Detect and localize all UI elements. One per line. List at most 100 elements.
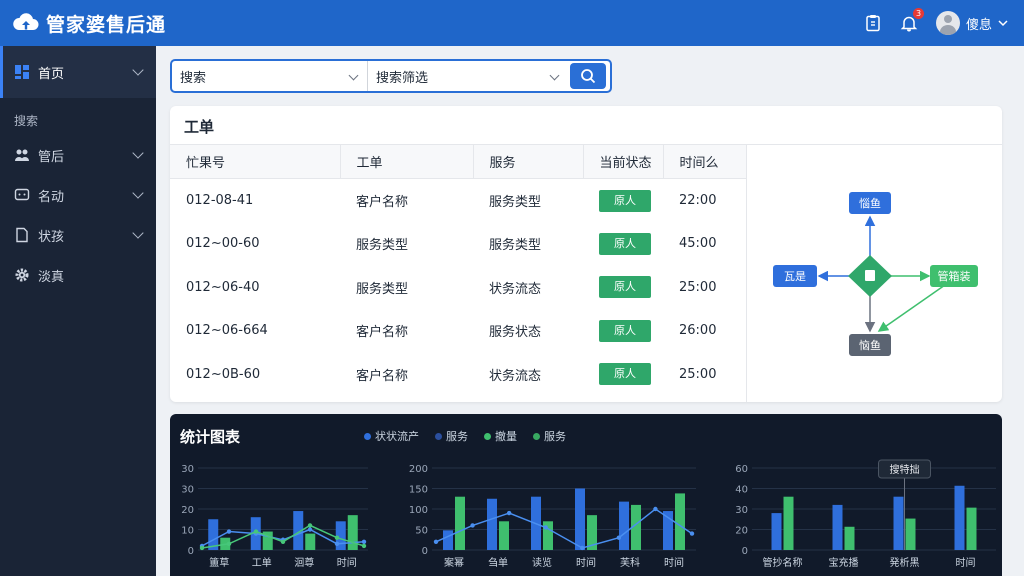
data-point[interactable] bbox=[307, 523, 313, 528]
x-tick-label: 工单 bbox=[252, 557, 272, 569]
data-point[interactable] bbox=[199, 545, 205, 551]
y-tick-label: 30 bbox=[181, 485, 194, 496]
y-tick-label: 30 bbox=[735, 505, 748, 516]
data-point[interactable] bbox=[616, 535, 622, 540]
column-header[interactable]: 服务 bbox=[472, 144, 583, 179]
data-point[interactable] bbox=[334, 541, 340, 547]
table-row[interactable]: 012~00-60 服务类型 服务类型 原人 45:00 bbox=[170, 222, 746, 266]
chat-icon bbox=[14, 188, 30, 201]
status-cell: 原人 bbox=[583, 222, 663, 266]
grid-icon bbox=[15, 65, 29, 79]
cloud-upload-icon bbox=[13, 13, 39, 30]
bar[interactable] bbox=[783, 496, 794, 550]
bar[interactable] bbox=[347, 515, 358, 550]
data-point[interactable] bbox=[433, 539, 439, 544]
legend-item[interactable]: 服务 bbox=[435, 428, 468, 444]
x-tick-label: 读览 bbox=[532, 556, 552, 569]
column-header[interactable]: 当前状态 bbox=[582, 144, 663, 179]
data-point[interactable] bbox=[543, 525, 548, 530]
flow-node-top[interactable]: 惱鱼 bbox=[849, 192, 891, 214]
sidebar-item-activity[interactable]: 名动 bbox=[0, 175, 156, 215]
column-header[interactable]: 时间么 bbox=[662, 144, 746, 179]
flow-node-bottom[interactable]: 恼鱼 bbox=[849, 334, 891, 356]
bar[interactable] bbox=[487, 498, 497, 550]
flow-node-right[interactable]: 管箱装 bbox=[930, 265, 978, 287]
sidebar-item-after-sales[interactable]: 管后 bbox=[0, 135, 156, 175]
bar[interactable] bbox=[305, 533, 316, 550]
y-tick-label: 20 bbox=[181, 505, 194, 516]
status-cell: 原人 bbox=[583, 179, 663, 223]
data-point[interactable] bbox=[470, 523, 475, 528]
y-tick-label: 100 bbox=[409, 505, 428, 516]
bar[interactable] bbox=[844, 526, 855, 550]
order-cell: 服务类型 bbox=[356, 238, 409, 254]
flow-node-left[interactable]: 瓦是 bbox=[773, 265, 817, 287]
y-tick-label: 30 bbox=[181, 464, 194, 475]
service-cell: 服务类型 bbox=[489, 238, 542, 254]
user-menu[interactable]: 傻息 bbox=[935, 11, 1008, 35]
app-logo[interactable]: 管家婆售后通 bbox=[12, 9, 166, 37]
sidebar-item-label: 状孩 bbox=[38, 229, 65, 245]
service-cell: 服务类型 bbox=[489, 195, 542, 210]
y-tick-label: 200 bbox=[409, 464, 428, 475]
search-button[interactable] bbox=[570, 63, 606, 89]
service-cell: 状务流态 bbox=[489, 281, 542, 297]
data-point[interactable] bbox=[280, 539, 286, 544]
order-cell: 服务类型 bbox=[356, 281, 409, 297]
bar[interactable] bbox=[893, 496, 904, 550]
sidebar-item-status[interactable]: 状孩 bbox=[0, 215, 156, 255]
top-bar: 管家婆售后通 3 傻息 bbox=[0, 0, 1024, 46]
status-cell: 原人 bbox=[583, 309, 663, 353]
avatar bbox=[935, 11, 960, 35]
flow-diagram: 惱鱼 瓦是 管箱装 恼鱼 bbox=[746, 144, 1002, 402]
data-point[interactable] bbox=[307, 527, 313, 532]
table-row[interactable]: 012~06-664 客户名称 服务状态 原人 26:00 bbox=[170, 309, 746, 353]
table-row[interactable]: 012-08-41 客户名称 服务类型 原人 22:00 bbox=[170, 179, 746, 223]
bar[interactable] bbox=[966, 507, 977, 550]
time-cell: 22:00 bbox=[679, 193, 717, 208]
bar[interactable] bbox=[619, 501, 629, 550]
bar[interactable] bbox=[675, 493, 685, 550]
bar[interactable] bbox=[443, 530, 453, 550]
legend-item[interactable]: 状状流产 bbox=[364, 428, 419, 444]
table-row[interactable]: 012~06-40 服务类型 状务流态 原人 25:00 bbox=[170, 266, 746, 310]
data-point[interactable] bbox=[653, 506, 658, 512]
data-point[interactable] bbox=[580, 545, 585, 551]
data-point[interactable] bbox=[226, 529, 232, 534]
search-select[interactable]: 搜索 bbox=[172, 61, 368, 91]
data-point[interactable] bbox=[253, 529, 259, 534]
bar[interactable] bbox=[499, 521, 509, 550]
legend-item[interactable]: 服务 bbox=[533, 428, 566, 444]
data-point[interactable] bbox=[334, 535, 340, 540]
gear-icon bbox=[15, 268, 29, 282]
column-header[interactable]: 工单 bbox=[339, 144, 473, 179]
sidebar-item-settings[interactable]: 淡真 bbox=[0, 255, 156, 295]
bar[interactable] bbox=[832, 504, 843, 550]
x-tick-label: 刍单 bbox=[488, 556, 508, 569]
legend-item[interactable]: 撤量 bbox=[484, 428, 517, 444]
search-bar: 搜索 搜索筛选 bbox=[170, 59, 612, 93]
sidebar-item-home[interactable]: 首页 bbox=[0, 46, 156, 98]
svg-text:惱鱼: 惱鱼 bbox=[859, 196, 881, 210]
bar[interactable] bbox=[455, 496, 465, 550]
table-row[interactable]: 012~0B-60 客户名称 状务流态 原人 25:00 bbox=[170, 353, 746, 397]
time-cell: 45:00 bbox=[679, 236, 717, 252]
column-header[interactable]: 忙果号 bbox=[170, 144, 340, 179]
series-line bbox=[435, 508, 693, 549]
bar[interactable] bbox=[575, 488, 585, 551]
filter-select[interactable]: 搜索筛选 bbox=[368, 61, 568, 91]
data-point[interactable] bbox=[226, 541, 232, 547]
bar-chart-3: 0 20 30 40 60 管抄名称 宝充播 発析黑 时间 搜特拙 bbox=[735, 459, 996, 569]
status-badge: 原人 bbox=[599, 363, 651, 386]
notifications-button[interactable]: 3 bbox=[900, 8, 924, 32]
bar[interactable] bbox=[771, 513, 782, 550]
bar[interactable] bbox=[905, 518, 916, 550]
bar[interactable] bbox=[954, 485, 965, 550]
clipboard-icon[interactable] bbox=[864, 14, 882, 32]
data-point[interactable] bbox=[361, 539, 367, 544]
bar[interactable] bbox=[543, 521, 553, 550]
sidebar-item-label: 名动 bbox=[38, 189, 65, 205]
data-point[interactable] bbox=[361, 543, 367, 549]
data-point[interactable] bbox=[506, 510, 512, 516]
data-point[interactable] bbox=[689, 531, 695, 536]
